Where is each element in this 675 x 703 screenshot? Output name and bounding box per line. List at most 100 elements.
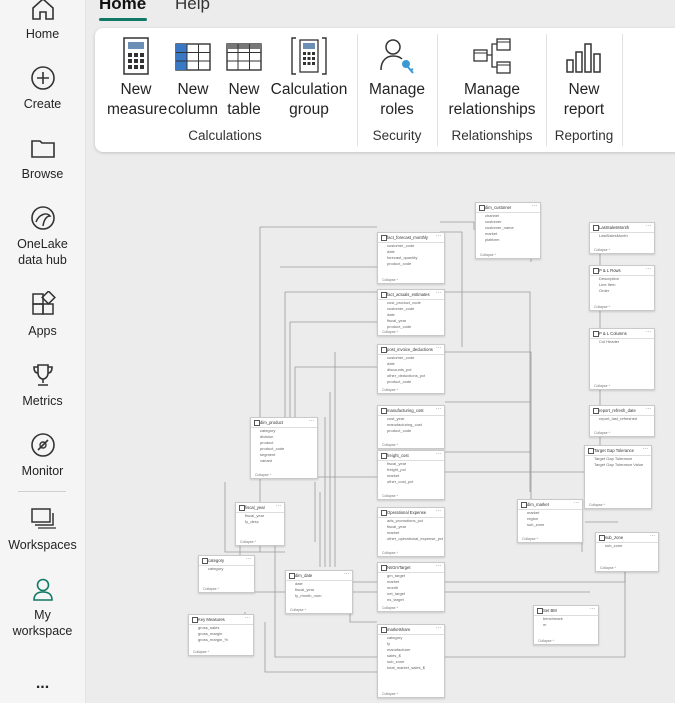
create-icon <box>30 66 55 90</box>
model-table-field[interactable]: sub_zone <box>518 522 582 528</box>
manage-relationships-button[interactable]: Manage relationships <box>445 36 539 120</box>
model-table-card[interactable]: dim_datedatefiscal_yearfy_month_numColla… <box>285 570 353 614</box>
model-table-card[interactable]: report_refresh_datereport_last_refreshed… <box>589 405 655 437</box>
nav-metrics[interactable]: Metrics <box>0 361 85 409</box>
model-table-card[interactable]: dim_customerchannelcustomercustomer_name… <box>475 202 541 259</box>
model-table-field[interactable]: sub_zone <box>596 543 658 549</box>
nav-my-workspace[interactable]: My workspace <box>0 575 85 639</box>
model-table-field[interactable]: report_last_refreshed <box>590 416 654 422</box>
collapse-toggle[interactable]: Collapse ^ <box>522 537 538 541</box>
model-table-field[interactable]: category <box>199 566 254 572</box>
nav-metrics-label: Metrics <box>22 394 63 408</box>
model-table-field[interactable]: platform <box>476 237 540 243</box>
collapse-toggle[interactable]: Collapse ^ <box>382 692 398 696</box>
model-table-field[interactable]: gross_margin_% <box>189 637 253 643</box>
model-table-field[interactable]: product_code <box>378 261 444 267</box>
tab-home[interactable]: Home <box>99 0 146 14</box>
model-table-field[interactable]: Target Gap Tolerance Value <box>585 462 651 468</box>
collapse-toggle[interactable]: Collapse ^ <box>382 443 398 447</box>
model-table-card[interactable]: freight_costfiscal_yearfreight_pctmarket… <box>377 450 445 500</box>
nav-browse[interactable]: Browse <box>0 134 85 182</box>
left-navigation: Home Create Browse OneLake data hub Apps… <box>0 0 86 703</box>
model-table-field[interactable]: other_operational_expense_pct <box>378 536 444 542</box>
collapse-toggle[interactable]: Collapse ^ <box>382 388 398 392</box>
collapse-toggle[interactable]: Collapse ^ <box>255 473 271 477</box>
model-table-field[interactable]: product_code <box>378 379 444 385</box>
model-table-card[interactable]: manufacturing_costcost_yearmanufacturing… <box>377 405 445 449</box>
model-table-field[interactable]: fy_desc <box>236 519 284 525</box>
model-table-field[interactable]: fy_month_num <box>286 593 352 599</box>
nav-workspaces-label: Workspaces <box>8 538 77 552</box>
more-options-icon[interactable]: ... <box>0 676 85 692</box>
calculation-group-label: Calculation group <box>270 81 348 118</box>
model-table-card[interactable]: marketsharecategoryfymanufacturersales_$… <box>377 624 445 698</box>
collapse-toggle[interactable]: Collapse ^ <box>382 606 398 610</box>
model-table-field[interactable]: product_code <box>378 428 444 434</box>
collapse-toggle[interactable]: Collapse ^ <box>594 384 610 388</box>
model-table-card[interactable]: Operational Expenseads_promotions_pctfis… <box>377 507 445 557</box>
model-table-card[interactable]: Set BMbenchmarkmCollapse ^ <box>533 605 599 645</box>
model-table-card[interactable]: Target Gap Tolerance Target Gap Tolerance… <box>584 445 652 509</box>
model-table-field[interactable]: other_cost_pct <box>378 479 444 485</box>
collapse-toggle[interactable]: Collapse ^ <box>480 253 496 257</box>
nav-apps-label: Apps <box>28 324 57 338</box>
nav-create[interactable]: Create <box>0 64 85 112</box>
model-table-name: dim_date <box>286 571 352 581</box>
model-table-card[interactable]: sub_zonesub_zone Collapse ^ <box>595 532 659 572</box>
collapse-toggle[interactable]: Collapse ^ <box>382 278 398 282</box>
model-table-card[interactable]: Key Measuresgross_salesgross_margingross… <box>188 614 254 656</box>
model-table-card[interactable]: fact_forecast_monthlycustomer_codedatefo… <box>377 232 445 284</box>
model-table-card[interactable]: categorycategory Collapse ^ <box>198 555 255 593</box>
model-table-field[interactable]: ns_target <box>378 597 444 603</box>
model-table-card[interactable]: post_invoice_deductionscustomer_codedate… <box>377 344 445 394</box>
new-column-icon <box>175 43 211 71</box>
new-table-button[interactable]: New table <box>221 36 267 120</box>
calculations-group-label: Calculations <box>188 128 262 143</box>
calculation-group-icon <box>291 37 327 75</box>
collapse-toggle[interactable]: Collapse ^ <box>594 431 610 435</box>
model-table-card[interactable]: dim_productcategorydivisionproductproduc… <box>250 417 318 479</box>
collapse-toggle[interactable]: Collapse ^ <box>594 248 610 252</box>
nav-divider <box>18 491 66 492</box>
model-table-field[interactable]: LastSalesMonth <box>590 233 654 239</box>
collapse-toggle[interactable]: Collapse ^ <box>290 608 306 612</box>
model-table-field[interactable]: Col Header <box>590 339 654 345</box>
nav-onelake[interactable]: OneLake data hub <box>0 204 85 268</box>
model-table-name: freight_cost <box>378 451 444 461</box>
collapse-toggle[interactable]: Collapse ^ <box>594 305 610 309</box>
calculation-group-button[interactable]: Calculation group <box>269 36 349 120</box>
model-table-field[interactable]: variant <box>251 458 317 464</box>
model-table-card[interactable]: dim_marketmarketregionsub_zoneCollapse ^ <box>517 499 583 543</box>
monitor-icon <box>30 433 55 457</box>
model-table-field[interactable]: Order <box>590 288 654 294</box>
collapse-toggle[interactable]: Collapse ^ <box>600 566 616 570</box>
model-table-field[interactable]: m <box>534 622 598 628</box>
model-table-card[interactable]: P & L ColumnsCol Header Collapse ^ <box>589 328 655 390</box>
nav-workspaces[interactable]: Workspaces <box>0 505 85 553</box>
nav-home[interactable]: Home <box>0 0 85 42</box>
nav-monitor[interactable]: Monitor <box>0 431 85 479</box>
manage-roles-button[interactable]: Manage roles <box>365 36 429 120</box>
model-table-card[interactable]: P & L RowsDescriptionLine ItemOrderColla… <box>589 265 655 311</box>
collapse-toggle[interactable]: Collapse ^ <box>382 494 398 498</box>
collapse-toggle[interactable]: Collapse ^ <box>589 503 605 507</box>
collapse-toggle[interactable]: Collapse ^ <box>538 639 554 643</box>
model-table-name: P & L Rows <box>590 266 654 276</box>
workspaces-icon <box>30 508 56 529</box>
collapse-toggle[interactable]: Collapse ^ <box>193 650 209 654</box>
model-table-card[interactable]: fact_actuals_estimatescust_product_codec… <box>377 289 445 336</box>
collapse-toggle[interactable]: Collapse ^ <box>382 551 398 555</box>
tab-help[interactable]: Help <box>175 0 210 14</box>
new-report-button[interactable]: New report <box>553 36 615 120</box>
new-measure-button[interactable]: New measure <box>107 36 167 120</box>
new-column-button[interactable]: New column <box>167 36 219 120</box>
model-table-card[interactable]: fiscal_yearfiscal_yearfy_descCollapse ^ <box>235 502 285 546</box>
model-table-card[interactable]: LastSalesMonthLastSalesMonth Collapse ^ <box>589 222 655 254</box>
collapse-toggle[interactable]: Collapse ^ <box>382 330 398 334</box>
model-table-field[interactable]: total_market_sales_$ <box>378 665 444 671</box>
model-table-card[interactable]: NsGmTargetgm_targetmarketmonthnet_target… <box>377 562 445 612</box>
collapse-toggle[interactable]: Collapse ^ <box>203 587 219 591</box>
collapse-toggle[interactable]: Collapse ^ <box>240 540 256 544</box>
model-diagram-canvas[interactable]: dim_customerchannelcustomercustomer_name… <box>85 152 675 703</box>
nav-apps[interactable]: Apps <box>0 291 85 339</box>
